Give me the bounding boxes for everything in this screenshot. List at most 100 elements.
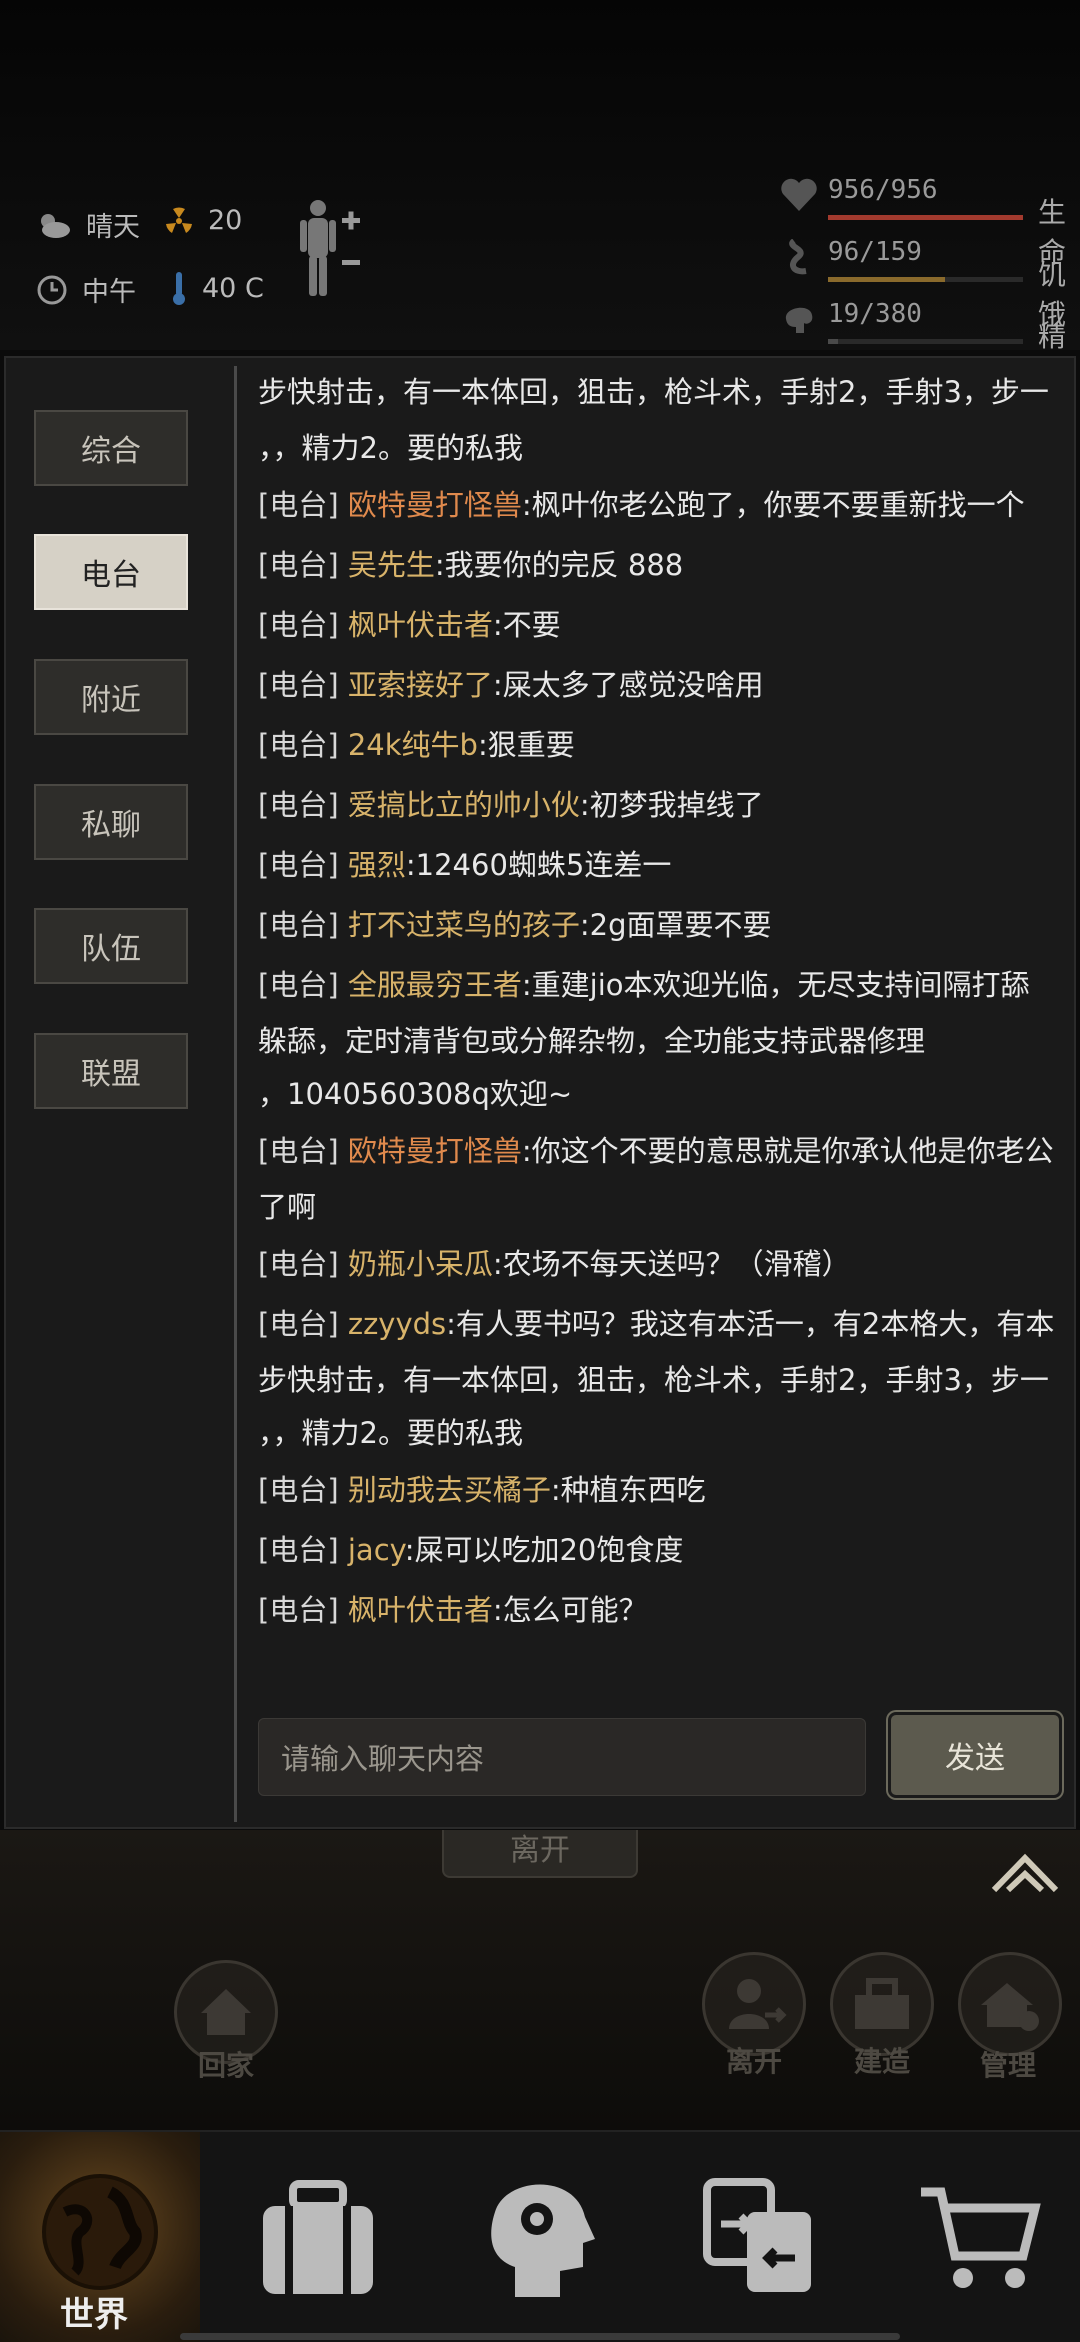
- health-vital: 956/956 生命: [780, 175, 1080, 269]
- channel-tag: [电台]: [258, 968, 348, 1002]
- send-button[interactable]: 发送: [888, 1712, 1062, 1798]
- trade-icon: [703, 2178, 811, 2292]
- chat-message-line: [电台] 爱搞比立的帅小伙:初梦我掉线了: [258, 775, 1058, 835]
- energy-value: 19/380: [828, 299, 922, 329]
- message-text: :枫叶你老公跑了，你要不要重新找一个: [521, 488, 1025, 522]
- message-text: :2g面罩要不要: [579, 908, 772, 942]
- sender-name[interactable]: jacy: [348, 1533, 405, 1567]
- nav-shop[interactable]: [880, 2132, 1080, 2342]
- tab-radio[interactable]: 电台: [34, 534, 188, 610]
- channel-tag: [电台]: [258, 668, 348, 702]
- clock-icon: [37, 275, 67, 304]
- chat-message-line: [电台] 全服最穷王者:重建jio本欢迎光临，无尽支持间隔打舔: [258, 955, 1058, 1015]
- sender-name[interactable]: 奶瓶小呆瓜: [348, 1247, 493, 1281]
- message-text: :屎可以吃加20饱食度: [404, 1533, 684, 1567]
- leave-label: 离开: [726, 2045, 783, 2078]
- message-text: 步快射击，有一本体回，狙击，枪斗术，手射2，手射3，步一: [258, 375, 1049, 409]
- message-text: ，，精力2。要的私我: [258, 431, 523, 465]
- leave-icon: [729, 1979, 787, 2029]
- leave-button-behind[interactable]: 离开: [442, 1830, 638, 1878]
- sender-name[interactable]: 别动我去买橘子: [348, 1473, 551, 1507]
- hunger-vital: 96/159 饥饿: [780, 237, 1080, 331]
- message-text: :我要你的完反 888: [434, 548, 684, 582]
- sender-name[interactable]: 枫叶伏击者: [348, 1593, 493, 1627]
- manage-icon: [981, 1983, 1039, 2031]
- message-text: :重建jio本欢迎光临，无尽支持间隔打舔: [521, 968, 1030, 1002]
- chat-input[interactable]: 请输入聊天内容: [258, 1718, 866, 1796]
- skills-icon: [491, 2184, 595, 2297]
- tab-comprehensive[interactable]: 综合: [34, 410, 188, 486]
- message-text: :怎么可能？: [492, 1593, 648, 1627]
- home-indicator: [180, 2333, 900, 2340]
- nav-world[interactable]: 世界: [0, 2132, 200, 2342]
- chat-message-line: [电台] 枫叶伏击者:怎么可能？: [258, 1580, 1058, 1640]
- chat-panel: 综合 电台 附近 私聊 队伍 联盟 步快射击，有一本体回，狙击，枪斗术，手射2，…: [4, 356, 1076, 1829]
- sender-name[interactable]: 枫叶伏击者: [348, 608, 493, 642]
- sender-name[interactable]: 强烈: [348, 848, 406, 882]
- chat-message-list[interactable]: 步快射击，有一本体回，狙击，枪斗术，手射2，手射3，步一 ，，精力2。要的私我 [电…: [258, 362, 1058, 1662]
- chat-message-line: [电台] 欧特曼打怪兽:你这个不要的意思就是你承认他是你老公: [258, 1121, 1058, 1181]
- tab-team[interactable]: 队伍: [34, 908, 188, 984]
- sender-name[interactable]: 亚索接好了: [348, 668, 493, 702]
- chat-message-line: [电台] 欧特曼打怪兽:枫叶你老公跑了，你要不要重新找一个: [258, 475, 1058, 535]
- channel-tag: [电台]: [258, 608, 348, 642]
- sender-name[interactable]: zzyyds: [348, 1307, 446, 1341]
- hunger-value: 96/159: [828, 237, 922, 267]
- sender-name[interactable]: 欧特曼打怪兽: [348, 1134, 522, 1168]
- sender-name[interactable]: 全服最穷王者: [348, 968, 522, 1002]
- chat-input-placeholder: 请输入聊天内容: [281, 1742, 485, 1776]
- home-label: 回家: [198, 2049, 255, 2082]
- chat-message-line: 了啊: [258, 1181, 1058, 1234]
- chat-message-line: [电台] jacy:屎可以吃加20饱食度: [258, 1520, 1058, 1580]
- nav-backpack[interactable]: [218, 2132, 418, 2342]
- sender-name[interactable]: 爱搞比立的帅小伙: [348, 788, 580, 822]
- manage-button[interactable]: [958, 1952, 1062, 2056]
- brain-icon: [785, 307, 813, 333]
- chat-message-line: [电台] zzyyds:有人要书吗？我这有本活一，有2本格大，有本: [258, 1294, 1058, 1354]
- character-figure[interactable]: [296, 198, 366, 302]
- time-stat: 中午: [36, 270, 136, 309]
- body-icon: [300, 200, 360, 296]
- status-bar: 晴天 20 中午 40 C 956/956 生命 96/159 饥饿 19/38…: [0, 0, 1080, 393]
- message-text: :有人要书吗？我这有本活一，有2本格大，有本: [446, 1307, 1055, 1341]
- tab-alliance[interactable]: 联盟: [34, 1033, 188, 1109]
- nav-world-label: 世界: [60, 2295, 128, 2335]
- chat-message-line: [电台] 奶瓶小呆瓜:农场不每天送吗？（滑稽）: [258, 1234, 1058, 1294]
- thermometer-icon: [173, 272, 185, 305]
- sender-name[interactable]: 欧特曼打怪兽: [348, 488, 522, 522]
- heart-icon: [781, 178, 817, 211]
- build-icon: [855, 1978, 909, 2029]
- chat-message-line: 躲舔，定时清背包或分解杂物，全功能支持武器修理: [258, 1015, 1058, 1068]
- chat-message-line: [电台] 枫叶伏击者:不要: [258, 595, 1058, 655]
- channel-tag: [电台]: [258, 728, 348, 762]
- nav-trade[interactable]: [660, 2132, 860, 2342]
- channel-tag: [电台]: [258, 848, 348, 882]
- chat-message-line: [电台] 24k纯牛b:狠重要: [258, 715, 1058, 775]
- globe-icon: [42, 2174, 158, 2290]
- stomach-icon: [789, 239, 807, 275]
- chat-message-line: ，，精力2。要的私我: [258, 1407, 1058, 1460]
- message-text: :你这个不要的意思就是你承认他是你老公: [521, 1134, 1054, 1168]
- tab-private[interactable]: 私聊: [34, 784, 188, 860]
- chat-message-line: [电台] 强烈:12460蜘蛛5连差一: [258, 835, 1058, 895]
- channel-tag: [电台]: [258, 1307, 348, 1341]
- radiation-value: 20: [208, 205, 243, 236]
- temperature-value: 40 C: [202, 272, 264, 304]
- tab-nearby[interactable]: 附近: [34, 659, 188, 735]
- energy-vital: 19/380 精力: [780, 299, 1080, 393]
- message-text: 了啊: [258, 1190, 317, 1224]
- nav-skills[interactable]: [440, 2132, 640, 2342]
- message-text: :屎太多了感觉没啥用: [492, 668, 764, 702]
- backpack-icon: [263, 2180, 373, 2294]
- sender-name[interactable]: 吴先生: [348, 548, 435, 582]
- message-text: ，，精力2。要的私我: [258, 1416, 523, 1450]
- sender-name[interactable]: 打不过菜鸟的孩子: [348, 908, 580, 942]
- channel-tag: [电台]: [258, 548, 348, 582]
- chat-message-line: 步快射击，有一本体回，狙击，枪斗术，手射2，手射3，步一: [258, 1354, 1058, 1407]
- weather-icon: [41, 213, 70, 238]
- weather-stat: 晴天: [36, 205, 140, 244]
- channel-tag: [电台]: [258, 1533, 348, 1567]
- sender-name[interactable]: 24k纯牛b: [348, 728, 478, 762]
- collapse-up-icon[interactable]: [990, 1850, 1060, 1898]
- channel-tag: [电台]: [258, 488, 348, 522]
